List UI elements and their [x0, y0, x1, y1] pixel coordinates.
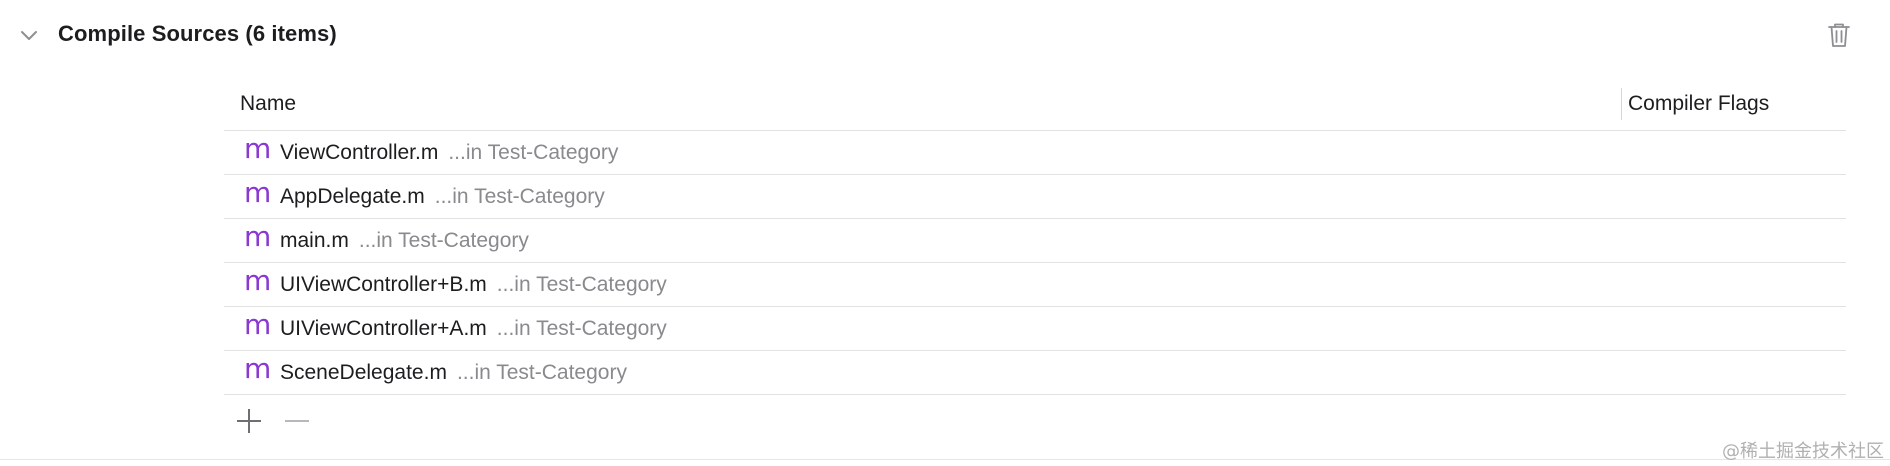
- chevron-down-icon[interactable]: [18, 25, 40, 47]
- file-entry: main.m ...in Test-Category: [280, 229, 529, 253]
- objc-source-file-icon: m: [244, 352, 271, 385]
- file-location: ...in Test-Category: [434, 185, 605, 208]
- file-list: m ViewController.m ...in Test-Category m …: [224, 131, 1846, 395]
- section-divider: [0, 459, 1890, 460]
- file-location: ...in Test-Category: [496, 317, 667, 340]
- table-row[interactable]: m UIViewController+B.m ...in Test-Categor…: [224, 263, 1846, 307]
- table-row[interactable]: m main.m ...in Test-Category: [224, 219, 1846, 263]
- file-entry: AppDelegate.m ...in Test-Category: [280, 185, 605, 209]
- trash-icon[interactable]: [1826, 21, 1852, 49]
- column-header-name[interactable]: Name: [240, 92, 296, 116]
- watermark: @稀土掘金技术社区: [1722, 441, 1884, 462]
- plus-icon[interactable]: [236, 408, 262, 434]
- section-title: Compile Sources (6 items): [58, 21, 337, 46]
- file-name: SceneDelegate.m: [280, 361, 447, 384]
- file-name: AppDelegate.m: [280, 185, 425, 208]
- file-name: ViewController.m: [280, 141, 439, 164]
- file-name: UIViewController+B.m: [280, 273, 487, 296]
- file-location: ...in Test-Category: [456, 361, 627, 384]
- table-row[interactable]: m UIViewController+A.m ...in Test-Categor…: [224, 307, 1846, 351]
- objc-source-file-icon: m: [244, 132, 271, 165]
- file-name: UIViewController+A.m: [280, 317, 487, 340]
- column-divider[interactable]: [1621, 88, 1622, 120]
- objc-source-file-icon: m: [244, 220, 271, 253]
- table-row[interactable]: m SceneDelegate.m ...in Test-Category: [224, 351, 1846, 395]
- file-entry: ViewController.m ...in Test-Category: [280, 141, 618, 165]
- file-name: main.m: [280, 229, 349, 252]
- file-location: ...in Test-Category: [448, 141, 619, 164]
- table-row[interactable]: m AppDelegate.m ...in Test-Category: [224, 175, 1846, 219]
- minus-icon[interactable]: [284, 408, 310, 434]
- objc-source-file-icon: m: [244, 176, 271, 209]
- compile-sources-table: Name Compiler Flags m ViewController.m..…: [224, 84, 1846, 395]
- column-header-compiler-flags[interactable]: Compiler Flags: [1628, 92, 1769, 116]
- build-phase-header: Compile Sources (6 items): [0, 0, 1890, 72]
- file-location: ...in Test-Category: [496, 273, 667, 296]
- file-location: ...in Test-Category: [358, 229, 529, 252]
- file-entry: UIViewController+A.m ...in Test-Category: [280, 317, 667, 341]
- file-entry: SceneDelegate.m ...in Test-Category: [280, 361, 627, 385]
- table-header: Name Compiler Flags: [224, 84, 1846, 131]
- objc-source-file-icon: m: [244, 264, 271, 297]
- table-row[interactable]: m ViewController.m ...in Test-Category: [224, 131, 1846, 175]
- objc-source-file-icon: m: [244, 308, 271, 341]
- file-entry: UIViewController+B.m ...in Test-Category: [280, 273, 667, 297]
